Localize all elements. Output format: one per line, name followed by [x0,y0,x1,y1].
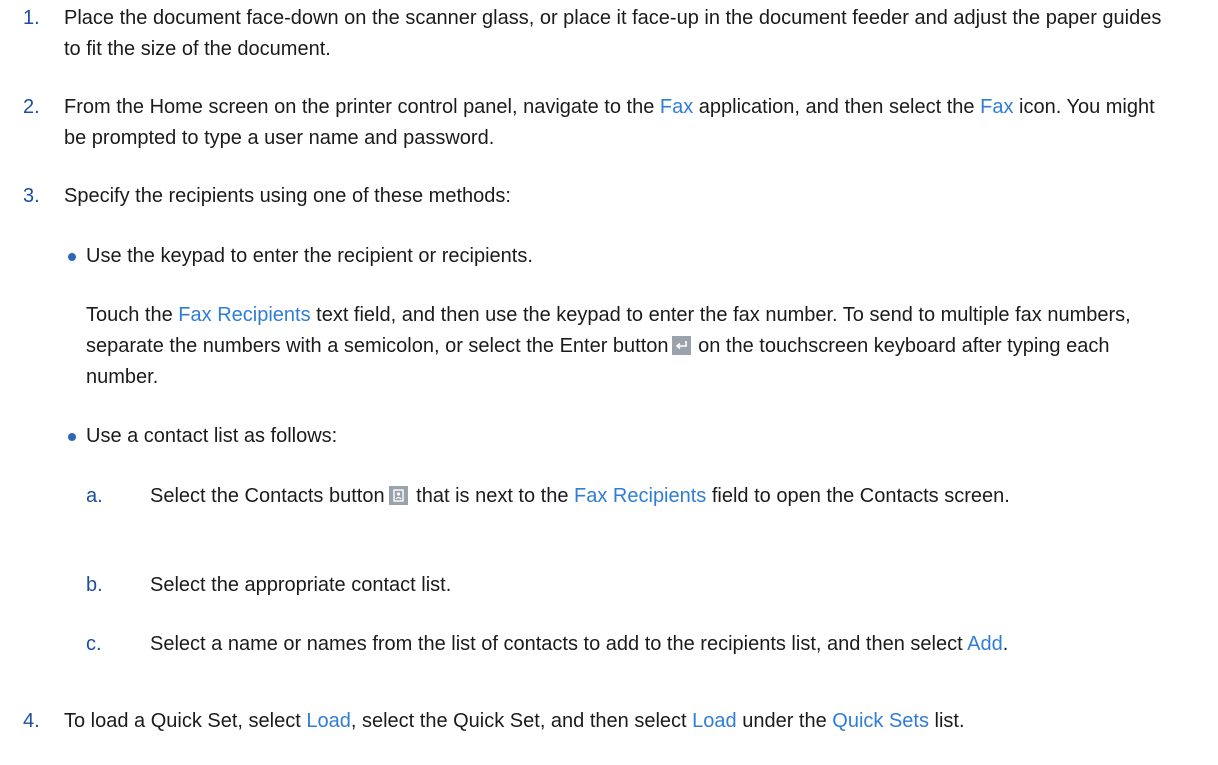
load-link[interactable]: Load [306,710,351,732]
substep-letter: b. [86,574,103,596]
step-text: To load a Quick Set, select Load, select… [64,706,1178,737]
text-run: Select the Contacts button [150,485,385,507]
step-number: 2. [23,96,40,118]
text-run: under the [736,710,833,732]
bullet-dot [68,253,76,261]
quick-sets-link[interactable]: Quick Sets [832,710,929,732]
step-1: 1. Place the document face-down on the s… [0,3,1218,65]
substep-text: Select a name or names from the list of … [150,629,1178,660]
fax-application-link[interactable]: Fax [660,96,693,118]
substep-letter: c. [86,633,102,655]
step-number: 4. [23,710,40,732]
bullet-dot [68,433,76,441]
load-link[interactable]: Load [692,710,737,732]
text-run: that is next to the [410,485,575,507]
fax-recipients-link[interactable]: Fax Recipients [178,304,310,326]
text-run: list. [928,710,965,732]
substep-text: Select the Contacts button that is next … [150,481,1178,512]
step-3: 3. Specify the recipients using one of t… [0,181,1218,212]
bullet-text: Use a contact list as follows: [86,425,338,447]
step-number: 3. [23,185,40,207]
step-text: Place the document face-down on the scan… [64,7,1162,60]
keypad-paragraph: Touch the Fax Recipients text field, and… [86,300,1178,393]
text-run: . [1002,633,1009,655]
add-link[interactable]: Add [967,633,1003,655]
text-run: To load a Quick Set, select [64,710,307,732]
text-run: field to open the Contacts screen. [706,485,1010,507]
text-run: , select the Quick Set, and then select [350,710,693,732]
step-text: From the Home screen on the printer cont… [64,92,1178,154]
text-run: application, and then select the [693,96,981,118]
enter-key-icon [671,336,691,355]
fax-icon-link[interactable]: Fax [980,96,1013,118]
method-contact-list: Use a contact list as follows: [0,421,1218,452]
text-run: From the Home screen on the printer cont… [64,96,660,118]
step-text: Specify the recipients using one of thes… [64,185,511,207]
text-run: Touch the [86,304,179,326]
step-2: 2. From the Home screen on the printer c… [0,92,1218,154]
contacts-icon [388,486,408,505]
bullet-text: Use the keypad to enter the recipient or… [86,245,533,267]
substep-b: b. Select the appropriate contact list. [0,570,1218,601]
substep-a: a. Select the Contacts button that is ne… [0,481,1218,512]
substep-c: c. Select a name or names from the list … [0,629,1218,660]
step-number: 1. [23,7,40,29]
keypad-instructions: Touch the Fax Recipients text field, and… [0,300,1218,393]
fax-recipients-link[interactable]: Fax Recipients [574,485,706,507]
method-keypad: Use the keypad to enter the recipient or… [0,241,1218,272]
substep-text: Select the appropriate contact list. [150,574,452,596]
text-run: Select a name or names from the list of … [150,633,968,655]
substep-letter: a. [86,485,103,507]
step-4: 4. To load a Quick Set, select Load, sel… [0,706,1218,737]
